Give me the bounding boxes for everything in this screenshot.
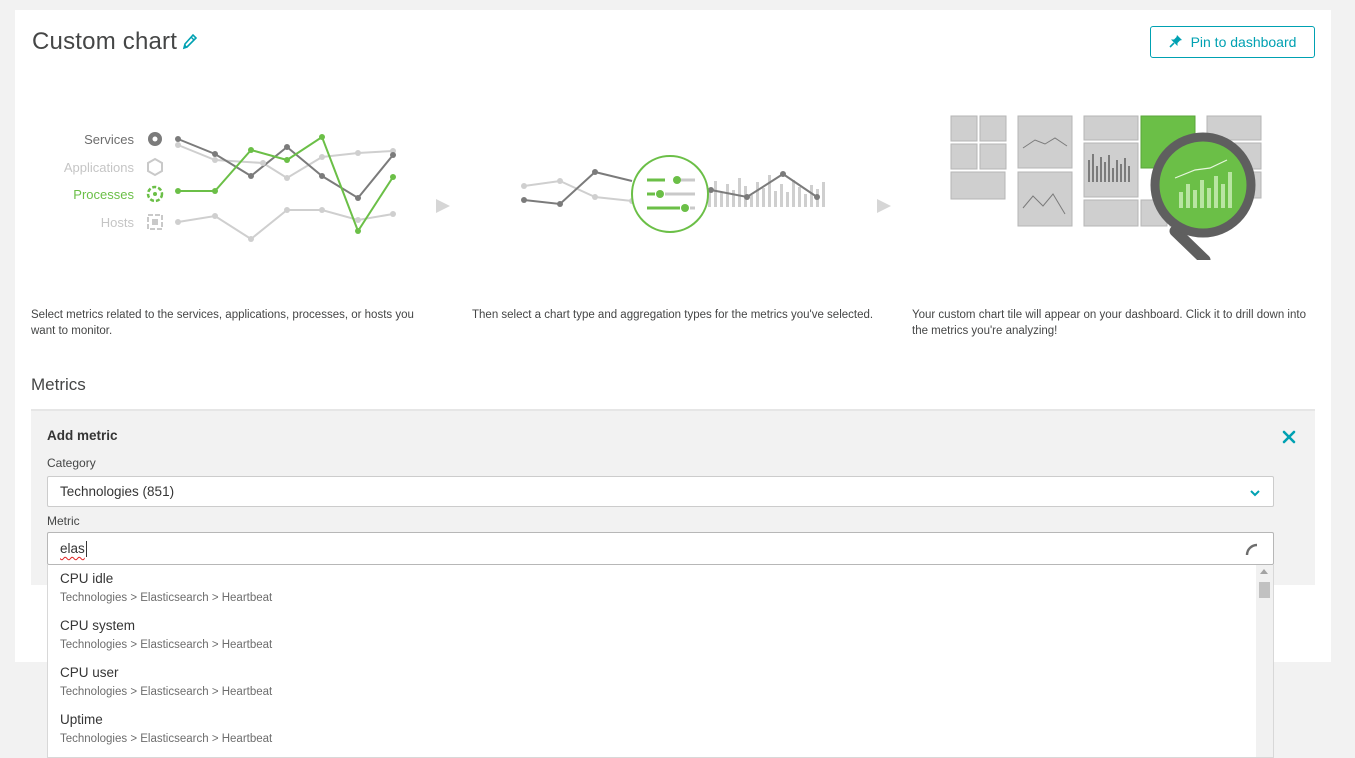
- caption-chart-type: Then select a chart type and aggregation…: [472, 309, 874, 321]
- result-path: Technologies > Elasticsearch > Heartbeat: [60, 592, 273, 604]
- result-path: Technologies > Elasticsearch > Heartbeat: [60, 639, 273, 651]
- pin-button-label: Pin to dashboard: [1190, 34, 1297, 50]
- caption-select-metrics: Select metrics related to the services, …: [31, 309, 414, 337]
- add-metric-title: Add metric: [47, 428, 118, 443]
- result-path: Technologies > Elasticsearch > Heartbeat: [60, 733, 273, 745]
- title-row: Custom chart: [32, 28, 198, 56]
- category-select[interactable]: Technologies (851): [47, 476, 1274, 507]
- illustration-chart-type: [515, 102, 890, 282]
- hexagon-icon: [147, 157, 163, 177]
- arrow-icon: [436, 199, 450, 213]
- scroll-thumb[interactable]: [1259, 582, 1270, 598]
- result-path: Technologies > Elasticsearch > Heartbeat: [60, 686, 273, 698]
- metric-label: Metric: [47, 514, 80, 528]
- dropdown-scrollbar[interactable]: [1256, 565, 1273, 757]
- illustration-dashboard: [945, 110, 1285, 266]
- result-item[interactable]: CPU idle Technologies > Elasticsearch > …: [48, 565, 1273, 612]
- process-icon: [146, 185, 164, 203]
- legend-services: Services: [84, 132, 134, 147]
- legend-applications: Applications: [64, 160, 135, 175]
- pin-to-dashboard-button[interactable]: Pin to dashboard: [1150, 26, 1315, 58]
- chevron-down-icon: [1249, 486, 1261, 497]
- legend-hosts: Hosts: [101, 215, 135, 230]
- category-label: Category: [47, 456, 96, 470]
- arrow-icon: [875, 199, 895, 219]
- metric-search-value: elas: [60, 541, 85, 556]
- page-title: Custom chart: [32, 28, 178, 55]
- pin-icon: [1168, 34, 1183, 51]
- result-item[interactable]: CPU system Technologies > Elasticsearch …: [48, 612, 1273, 659]
- metric-results-dropdown: CPU idle Technologies > Elasticsearch > …: [47, 565, 1274, 758]
- result-name: CPU user: [60, 665, 119, 680]
- metrics-section-title: Metrics: [31, 375, 86, 394]
- category-value: Technologies (851): [60, 484, 175, 499]
- caption-dashboard: Your custom chart tile will appear on yo…: [912, 309, 1306, 337]
- text-caret: [85, 540, 87, 557]
- metric-search-input[interactable]: elas: [47, 532, 1274, 565]
- spinner-icon: [1245, 542, 1259, 556]
- scroll-up-arrow-icon[interactable]: [1260, 569, 1268, 574]
- result-name: CPU system: [60, 618, 136, 633]
- pencil-icon[interactable]: [181, 33, 198, 51]
- result-name: Uptime: [60, 712, 103, 727]
- result-name: CPU idle: [60, 571, 114, 586]
- result-item[interactable]: CPU user Technologies > Elasticsearch > …: [48, 659, 1273, 706]
- close-icon[interactable]: [1281, 429, 1297, 445]
- legend-processes: Processes: [73, 187, 134, 202]
- result-item[interactable]: Uptime Technologies > Elasticsearch > He…: [48, 706, 1273, 753]
- gear-icon: [148, 132, 162, 146]
- illustration-select-metrics: Services Applications Processes Hosts: [45, 102, 465, 282]
- host-icon: [147, 214, 163, 230]
